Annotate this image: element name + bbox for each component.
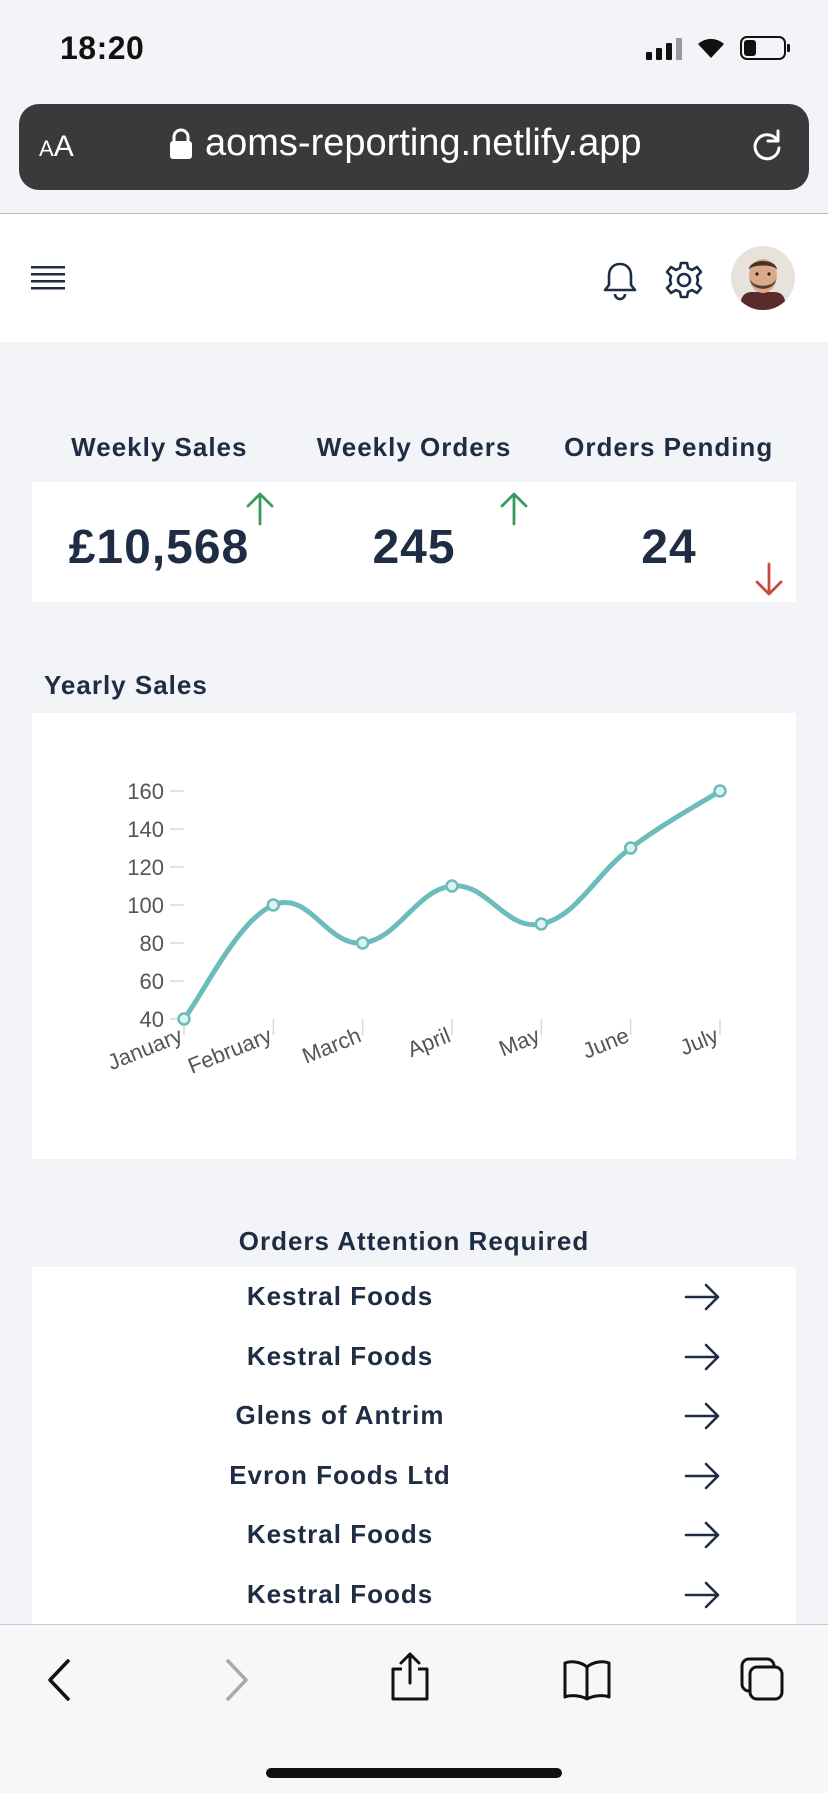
arrow-right-icon[interactable] <box>684 1460 722 1492</box>
list-item[interactable]: Kestral Foods <box>32 1267 796 1327</box>
battery-icon <box>740 36 790 60</box>
order-customer-name: Kestral Foods <box>246 1579 434 1609</box>
y-tick-label: 140 <box>127 817 164 842</box>
y-tick-label: 120 <box>127 855 164 880</box>
data-point <box>355 936 370 950</box>
reload-icon[interactable] <box>747 126 787 166</box>
x-tick-label: June <box>579 1022 633 1063</box>
data-point <box>534 917 549 931</box>
list-item[interactable]: Kestral Foods <box>32 1505 796 1565</box>
url-text: aoms-reporting.netlify.app <box>205 122 642 164</box>
app-header <box>0 214 828 342</box>
kpi-label-orders-pending: Orders Pending <box>564 432 774 462</box>
order-customer-name: Kestral Foods <box>246 1281 434 1311</box>
orders-attention-title: Orders Attention Required <box>238 1226 590 1256</box>
avatar-image <box>731 246 795 310</box>
list-item[interactable]: Evron Foods Ltd <box>32 1446 796 1506</box>
lock-icon <box>170 128 192 159</box>
home-indicator <box>266 1768 562 1778</box>
order-customer-name: Evron Foods Ltd <box>229 1460 451 1490</box>
browser-bottom-toolbar <box>0 1624 828 1793</box>
cellular-signal-icon <box>646 36 682 60</box>
x-tick-label: March <box>299 1022 365 1068</box>
yearly-sales-chart: 406080100120140160JanuaryFebruary March Ap… <box>104 779 727 1079</box>
y-tick-label: 160 <box>127 779 164 804</box>
kpi-card: £10,568 245 24 <box>32 482 796 602</box>
list-item[interactable]: Kestral Foods <box>32 1565 796 1625</box>
bookmarks-book-icon[interactable] <box>562 1659 612 1701</box>
yearly-sales-title: Yearly Sales <box>44 670 208 700</box>
yearly-sales-chart-card: 40 60 80 100 120 140 160 January February March Ap… <box>32 713 796 1159</box>
url-field[interactable]: aoms-reporting.netlify.app <box>169 122 642 165</box>
y-tick-label: 80 <box>140 931 164 956</box>
kpi-label-weekly-orders: Weekly Orders <box>316 432 512 462</box>
arrow-right-icon[interactable] <box>684 1519 722 1551</box>
arrow-right-icon[interactable] <box>684 1579 722 1611</box>
data-point <box>445 879 459 893</box>
x-tick-label: April <box>404 1022 454 1062</box>
status-icons <box>646 36 792 60</box>
kpi-label-weekly-sales: Weekly Sales <box>71 432 248 462</box>
wifi-icon <box>698 38 724 58</box>
y-tick-label: 100 <box>127 893 164 918</box>
forward-chevron-icon[interactable] <box>222 1657 252 1703</box>
text-size-button[interactable]: AA <box>39 130 74 164</box>
x-tick-label: July <box>676 1022 722 1060</box>
y-tick-label: 60 <box>140 969 164 994</box>
kpi-labels: Weekly Sales Weekly Orders Orders Pendin… <box>32 432 796 463</box>
back-chevron-icon[interactable] <box>44 1657 74 1703</box>
x-tick-label: February <box>184 1022 275 1078</box>
kpi-value-weekly-orders: 245 <box>372 521 456 574</box>
status-time: 18:20 <box>60 30 145 66</box>
data-point <box>177 1012 191 1026</box>
hamburger-menu-icon[interactable] <box>30 258 66 298</box>
trend-up-arrow-icon <box>500 492 528 526</box>
user-avatar[interactable] <box>731 246 795 310</box>
series-line <box>181 788 723 1022</box>
order-customer-name: Kestral Foods <box>246 1519 434 1549</box>
data-point <box>713 784 727 798</box>
arrow-right-icon[interactable] <box>684 1400 722 1432</box>
order-customer-name: Kestral Foods <box>246 1341 434 1371</box>
settings-gear-icon[interactable] <box>664 258 704 302</box>
order-customer-name: Glens of Antrim <box>235 1400 445 1430</box>
data-point <box>266 898 281 912</box>
notification-bell-icon[interactable] <box>598 258 642 302</box>
trend-down-arrow-icon <box>755 562 783 596</box>
arrow-right-icon[interactable] <box>684 1341 722 1373</box>
status-bar: 18:20 <box>0 0 828 100</box>
arrow-right-icon[interactable] <box>684 1281 722 1313</box>
list-item[interactable]: Kestral Foods <box>32 1327 796 1387</box>
kpi-value-weekly-sales: £10,568 <box>68 521 250 574</box>
x-tick-label: May <box>495 1022 543 1061</box>
tabs-icon[interactable] <box>738 1655 786 1703</box>
list-item[interactable]: Glens of Antrim <box>32 1386 796 1446</box>
data-point <box>623 841 638 855</box>
orders-attention-list: Kestral Foods Kestral Foods Glens of Ant… <box>32 1267 796 1627</box>
browser-url-bar[interactable]: AA aoms-reporting.netlify.app <box>19 104 809 190</box>
share-icon[interactable] <box>388 1651 432 1703</box>
trend-up-arrow-icon <box>246 492 274 526</box>
